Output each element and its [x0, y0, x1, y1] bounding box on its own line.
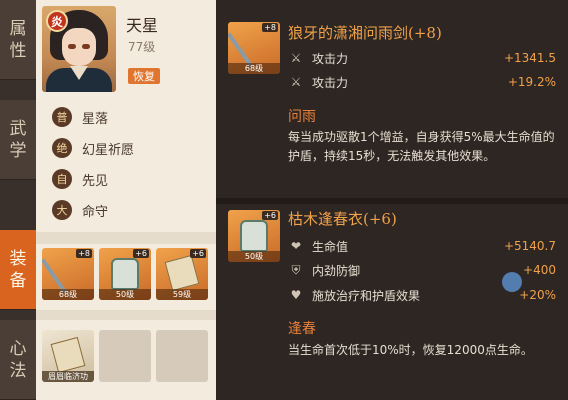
armor-icon [111, 258, 139, 290]
tab-label: 武 [9, 118, 27, 139]
enhance-badge: +6 [262, 211, 278, 220]
weapon-stat-row: ⚔ 攻击力 +19.2% [288, 72, 556, 92]
enhance-badge: +8 [76, 249, 92, 258]
enhance-badge: +6 [190, 249, 206, 258]
stat-value: +400 [523, 263, 556, 277]
equipment-detail-panel: +8 68级 狼牙的潇湘问雨剑(+8) ⚔ 攻击力 +1341.5 ⚔ 攻击力 … [216, 0, 568, 400]
skill-item[interactable]: 自 先见 [52, 166, 134, 192]
equipment-slot-armor[interactable]: +6 50级 [99, 248, 151, 300]
skill-name: 先见 [82, 173, 109, 189]
stat-name: 攻击力 [312, 51, 349, 66]
section-divider [36, 232, 216, 244]
stat-value: +19.2% [507, 75, 556, 89]
sword-icon: ⚔ [290, 75, 302, 89]
skill-list: 普 星落 绝 幻星祈愿 自 先见 大 命守 [52, 104, 134, 228]
stat-value: +1341.5 [503, 51, 556, 65]
weapon-stat-row: ⚔ 攻击力 +1341.5 [288, 48, 556, 68]
item-level: 68级 [228, 63, 280, 74]
weapon-thumbnail[interactable]: +8 68级 [228, 22, 280, 74]
equipment-slot-accessory[interactable]: +6 59级 [156, 248, 208, 300]
skill-item[interactable]: 绝 幻星祈愿 [52, 135, 134, 161]
tab-equipment[interactable]: 装 备 [0, 230, 36, 310]
skill-type-badge: 普 [52, 107, 72, 127]
shield-icon: ⛨ [291, 262, 301, 277]
skill-name: 幻星祈愿 [82, 142, 135, 158]
tab-label: 装 [9, 248, 27, 269]
armor-thumbnail[interactable]: +6 50级 [228, 210, 280, 262]
enhance-badge: +8 [262, 23, 278, 32]
armor-skill-title: 逢春 [288, 321, 316, 337]
item-level: 50级 [99, 289, 151, 300]
skill-item[interactable]: 普 星落 [52, 104, 134, 130]
vertical-tab-bar: 属 性 武 学 装 备 心 法 [0, 0, 36, 400]
armor-skill-description: 当生命首次低于10%时，恢复12000点生命。 [288, 343, 533, 357]
touch-cursor-indicator [502, 272, 522, 292]
sword-icon: ⚔ [290, 51, 302, 65]
skill-name: 命守 [82, 204, 109, 220]
weapon-title: 狼牙的潇湘问雨剑(+8) [288, 24, 442, 42]
item-level: 50级 [228, 251, 280, 262]
stat-value: +20% [519, 288, 556, 302]
skill-type-badge: 大 [52, 200, 72, 220]
armor-stat-row: ❤ 生命值 +5140.7 [288, 236, 556, 256]
tab-label: 属 [9, 18, 27, 39]
item-level: 68级 [42, 289, 94, 300]
tab-label: 心 [9, 338, 27, 359]
hero-level: 77级 [128, 40, 156, 54]
skill-type-badge: 绝 [52, 138, 72, 158]
heart-icon: ❤ [290, 239, 302, 253]
mental-method-slot-1[interactable]: 眉眉临济功 [42, 330, 94, 382]
hero-name: 天星 [126, 16, 159, 35]
tab-mental-method[interactable]: 心 法 [0, 320, 36, 400]
tab-martial-arts[interactable]: 武 学 [0, 100, 36, 180]
stat-value: +5140.7 [503, 239, 556, 253]
tab-label: 学 [9, 140, 27, 161]
equipment-slot-weapon[interactable]: +8 68级 [42, 248, 94, 300]
scroll-icon [50, 336, 86, 374]
skill-item[interactable]: 大 命守 [52, 197, 134, 223]
weapon-skill-description: 每当成功驱散1个增益，自身获得5%最大生命值的护盾，持续15秒，无法触发其他效果… [288, 130, 555, 163]
armor-icon [240, 220, 268, 252]
stat-name: 生命值 [312, 239, 349, 254]
tab-label: 性 [9, 40, 27, 61]
tab-attributes[interactable]: 属 性 [0, 0, 36, 80]
stat-name: 施放治疗和护盾效果 [312, 288, 421, 303]
hero-portrait[interactable]: 炎 [42, 6, 116, 92]
element-badge: 炎 [46, 10, 68, 32]
stat-name: 攻击力 [312, 75, 349, 90]
recover-button[interactable]: 恢复 [128, 68, 160, 84]
tab-label: 备 [9, 270, 27, 291]
mental-method-slot-2[interactable] [99, 330, 151, 382]
hero-profile-panel: 炎 天星 77级 恢复 普 星落 绝 幻星祈愿 自 先见 大 命守 +8 68级… [36, 0, 216, 400]
mental-method-slot-3[interactable] [156, 330, 208, 382]
section-divider [36, 310, 216, 320]
stat-name: 内劲防御 [312, 263, 361, 278]
skill-name: 星落 [82, 111, 109, 127]
weapon-skill-title: 问雨 [288, 109, 316, 125]
mental-method-name: 眉眉临济功 [42, 371, 94, 382]
item-level: 59级 [156, 289, 208, 300]
armor-title: 枯木逢春衣(+6) [288, 210, 397, 228]
heart-shield-icon: ♥ [290, 288, 302, 302]
accessory-icon [164, 254, 200, 292]
tab-label: 法 [9, 360, 27, 381]
card-divider [216, 198, 568, 204]
enhance-badge: +6 [133, 249, 149, 258]
skill-type-badge: 自 [52, 169, 72, 189]
